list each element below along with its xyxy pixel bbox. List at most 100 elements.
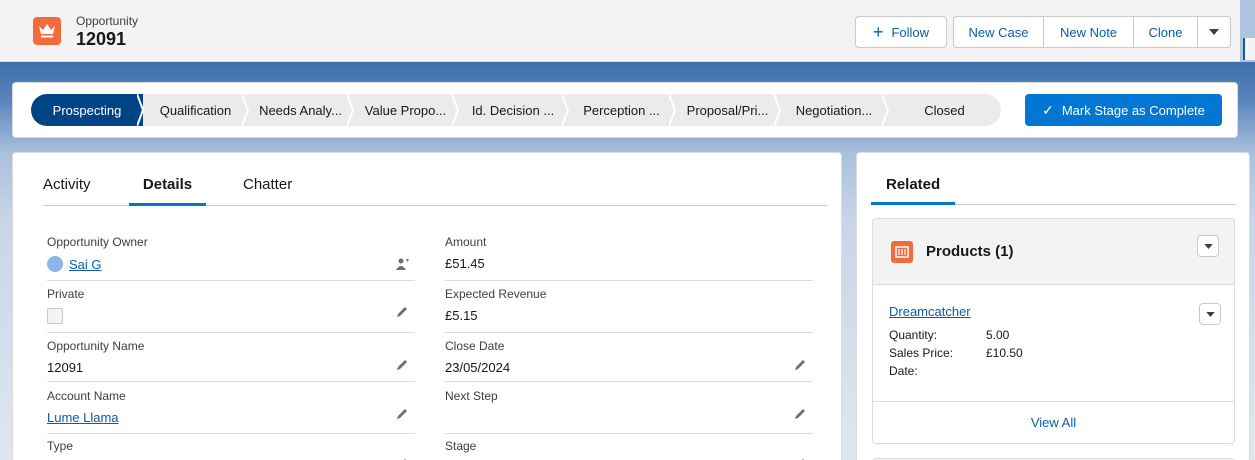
account-link[interactable]: Lume Llama xyxy=(47,410,119,425)
field-label: Expected Revenue xyxy=(445,287,547,301)
field-opportunity-name: Opportunity Name 12091 xyxy=(47,339,415,389)
edit-pencil-icon[interactable] xyxy=(793,407,807,421)
field-private: Private xyxy=(47,287,415,337)
avatar xyxy=(47,256,63,272)
more-actions-button[interactable] xyxy=(1197,16,1231,48)
view-all-link[interactable]: View All xyxy=(873,415,1234,430)
path-chevron-separator xyxy=(137,94,145,126)
path-stage-0[interactable]: Prospecting xyxy=(31,94,145,126)
field-type: Type xyxy=(47,439,415,460)
path-chevron-separator xyxy=(882,94,890,126)
path-stage-label: Qualification xyxy=(159,102,232,118)
field-label: Type xyxy=(47,439,74,453)
path-stage-8[interactable]: Closed xyxy=(888,94,1001,126)
products-footer: View All xyxy=(873,401,1234,445)
path-stage-label: Prospecting xyxy=(52,102,122,118)
field-close-date: Close Date 23/05/2024 xyxy=(445,339,813,389)
path-stage-label: Perception ... xyxy=(583,102,660,118)
tab-related[interactable]: Related xyxy=(886,176,940,193)
path-stage-5[interactable]: Perception ... xyxy=(568,94,677,126)
field-value: £51.45 xyxy=(445,256,485,271)
path-stage-7[interactable]: Negotiation... xyxy=(780,94,890,126)
path-chevron-separator xyxy=(562,94,570,126)
path-stage-1[interactable]: Qualification xyxy=(143,94,250,126)
record-header: Opportunity 12091 + Follow New Case New … xyxy=(0,0,1240,62)
product-item-menu-button[interactable] xyxy=(1199,303,1221,325)
products-title[interactable]: Products (1) xyxy=(926,243,1014,260)
field-value: £5.15 xyxy=(445,308,478,323)
path-stage-label: Negotiation... xyxy=(795,102,873,118)
change-owner-icon[interactable] xyxy=(395,257,409,271)
path-stage-label: Id. Decision ... xyxy=(471,102,555,118)
object-type-label: Opportunity xyxy=(76,14,139,28)
clone-button[interactable]: Clone xyxy=(1133,16,1197,48)
field-label: Amount xyxy=(445,235,487,249)
path-stage-6[interactable]: Proposal/Pri... xyxy=(675,94,782,126)
tab-details[interactable]: Details xyxy=(129,176,206,206)
tab-chatter[interactable]: Chatter xyxy=(243,176,292,206)
field-label: Opportunity Owner xyxy=(47,235,148,249)
products-header: Products (1) xyxy=(873,219,1234,285)
path-stage-3[interactable]: Value Propo... xyxy=(353,94,460,126)
path-chevron-separator xyxy=(347,94,355,126)
path-stage-label: Needs Analy... xyxy=(259,102,342,118)
sales-price-label: Sales Price: xyxy=(889,346,954,360)
path-chevron-separator xyxy=(452,94,460,126)
chevron-down-icon xyxy=(1205,311,1215,317)
stage-path: Prospecting Qualification Needs Analy... Va… xyxy=(31,94,1001,126)
product-item-link[interactable]: Dreamcatcher xyxy=(889,304,971,319)
edit-pencil-icon[interactable] xyxy=(395,305,409,319)
quantity-label: Quantity: xyxy=(889,328,938,342)
record-title: 12091 xyxy=(76,29,127,49)
sales-price-value: £10.50 xyxy=(986,346,1023,360)
path-stage-4[interactable]: Id. Decision ... xyxy=(458,94,570,126)
path-stage-label: Proposal/Pri... xyxy=(686,102,769,118)
field-account-name: Account Name Lume Llama xyxy=(47,389,415,439)
path-stage-label: Value Propo... xyxy=(364,102,447,118)
field-label: Close Date xyxy=(445,339,505,353)
products-related-list: Products (1) Dreamcatcher Quantity: 5.00… xyxy=(872,218,1235,444)
field-expected-revenue: Expected Revenue £5.15 xyxy=(445,287,813,337)
path-card: Prospecting Qualification Needs Analy... Va… xyxy=(12,82,1238,138)
record-tabs: Activity Details Chatter xyxy=(43,176,827,206)
private-checkbox[interactable] xyxy=(47,308,63,324)
plus-icon: + xyxy=(872,22,884,42)
path-chevron-separator xyxy=(242,94,250,126)
field-opportunity-owner: Opportunity Owner Sai G xyxy=(47,235,415,285)
field-label: Next Step xyxy=(445,389,498,403)
path-chevron-separator xyxy=(669,94,677,126)
field-stage: Stage xyxy=(445,439,813,460)
tab-activity[interactable]: Activity xyxy=(43,176,91,206)
utility-bar-edge xyxy=(1243,38,1255,60)
path-chevron-separator xyxy=(774,94,782,126)
edit-pencil-icon[interactable] xyxy=(793,358,807,372)
chevron-down-icon xyxy=(1209,29,1219,35)
action-button-group: New Case New Note Clone xyxy=(953,16,1231,48)
field-amount: Amount £51.45 xyxy=(445,235,813,285)
owner-link[interactable]: Sai G xyxy=(69,257,102,272)
chevron-down-icon xyxy=(1203,243,1213,249)
date-label: Date: xyxy=(889,364,918,378)
follow-button[interactable]: + Follow xyxy=(855,16,947,48)
field-label: Stage xyxy=(445,439,477,453)
edit-pencil-icon[interactable] xyxy=(395,358,409,372)
new-case-button[interactable]: New Case xyxy=(953,16,1043,48)
edit-pencil-icon[interactable] xyxy=(395,407,409,421)
field-label: Account Name xyxy=(47,389,126,403)
quantity-value: 5.00 xyxy=(986,328,1010,342)
field-next-step: Next Step xyxy=(445,389,813,439)
products-menu-button[interactable] xyxy=(1197,235,1219,257)
path-stage-label: Closed xyxy=(924,102,965,118)
path-stage-2[interactable]: Needs Analy... xyxy=(248,94,355,126)
tab-related-indicator xyxy=(871,202,955,205)
mark-stage-complete-button[interactable]: ✓ Mark Stage as Complete xyxy=(1025,94,1222,126)
field-value: 12091 xyxy=(47,360,84,375)
opportunity-crown-icon xyxy=(33,17,61,45)
field-label: Opportunity Name xyxy=(47,339,145,353)
checkmark-icon: ✓ xyxy=(1042,101,1054,118)
field-label: Private xyxy=(47,287,85,301)
details-card: Activity Details Chatter Opportunity Own… xyxy=(12,152,842,460)
field-value: 23/05/2024 xyxy=(445,360,511,375)
new-note-button[interactable]: New Note xyxy=(1043,16,1133,48)
mark-stage-label: Mark Stage as Complete xyxy=(1061,102,1205,118)
